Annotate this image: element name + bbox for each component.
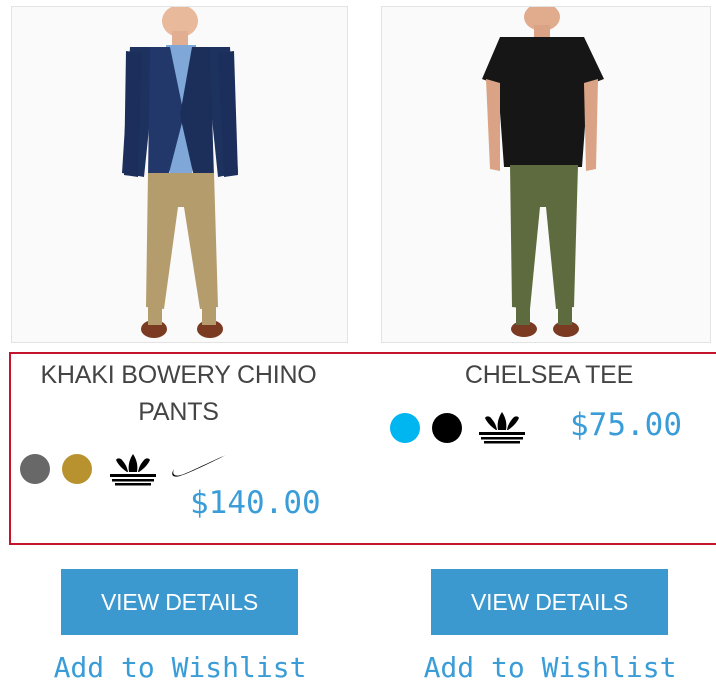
- add-to-wishlist-link[interactable]: Add to Wishlist: [400, 650, 700, 686]
- product-price: $75.00: [570, 407, 682, 443]
- product-image-chelsea-tee[interactable]: [381, 6, 711, 343]
- color-swatch-gray[interactable]: [20, 454, 50, 484]
- add-to-wishlist-link[interactable]: Add to Wishlist: [30, 650, 330, 686]
- color-swatch-khaki[interactable]: [62, 454, 92, 484]
- adidas-logo-icon[interactable]: [476, 410, 528, 444]
- adidas-logo-icon[interactable]: [107, 452, 159, 486]
- product-name[interactable]: KHAKI BOWERY CHINO PANTS: [15, 357, 342, 431]
- nike-logo-icon[interactable]: [170, 452, 228, 482]
- product-image-khaki-chino[interactable]: [11, 6, 348, 343]
- product-name[interactable]: CHELSEA TEE: [384, 357, 714, 394]
- color-swatch-black[interactable]: [432, 413, 462, 443]
- view-details-button[interactable]: VIEW DETAILS: [431, 569, 668, 635]
- color-swatch-blue[interactable]: [390, 413, 420, 443]
- model-photo-2: [382, 7, 710, 342]
- product-price: $140.00: [190, 485, 321, 521]
- view-details-button[interactable]: VIEW DETAILS: [61, 569, 298, 635]
- model-photo-1: [12, 7, 347, 342]
